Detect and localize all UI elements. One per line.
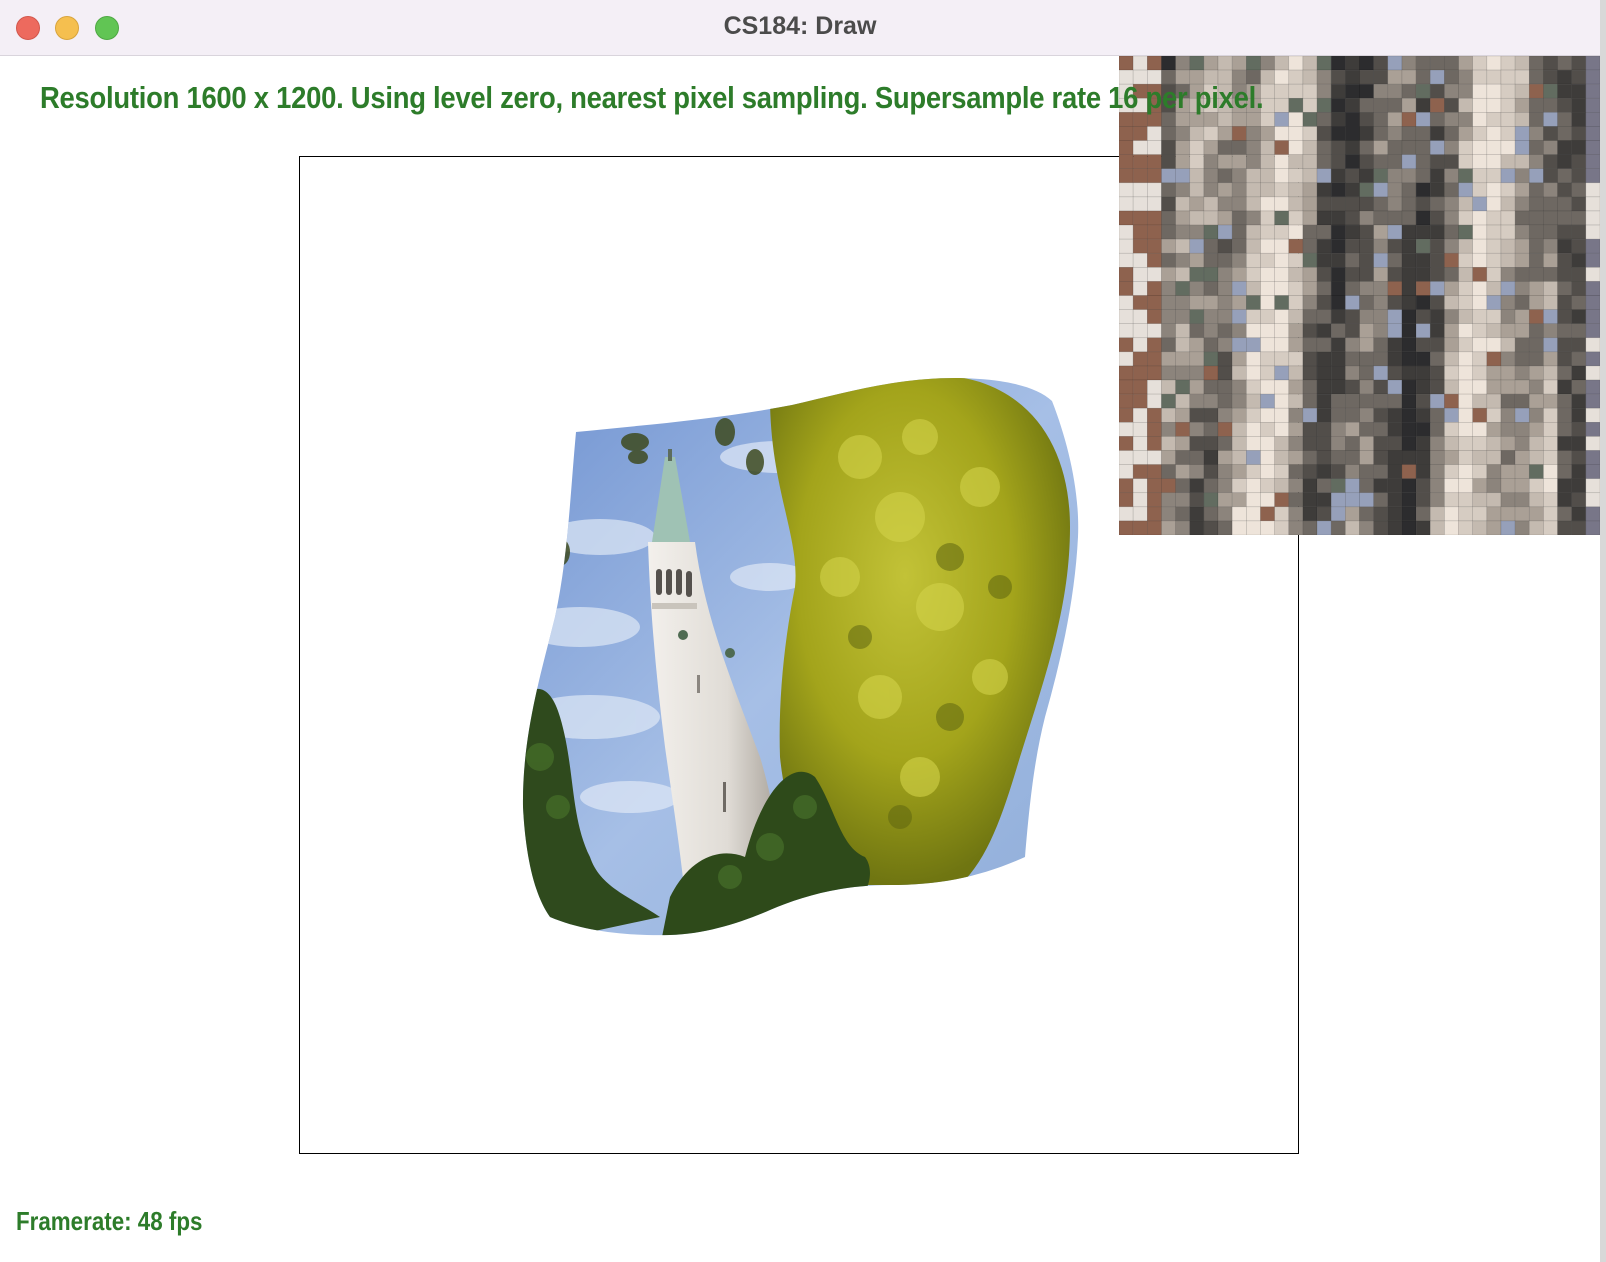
window-edge bbox=[1600, 0, 1606, 1262]
zoom-inspector-panel bbox=[1119, 56, 1600, 535]
status-text: Resolution 1600 x 1200. Using level zero… bbox=[40, 80, 1264, 115]
window-title: CS184: Draw bbox=[723, 12, 877, 40]
background-terminal-strip bbox=[0, 1248, 1600, 1262]
window-titlebar: CS184: Draw bbox=[0, 0, 1600, 56]
framerate-text: Framerate: 48 fps bbox=[16, 1206, 203, 1236]
